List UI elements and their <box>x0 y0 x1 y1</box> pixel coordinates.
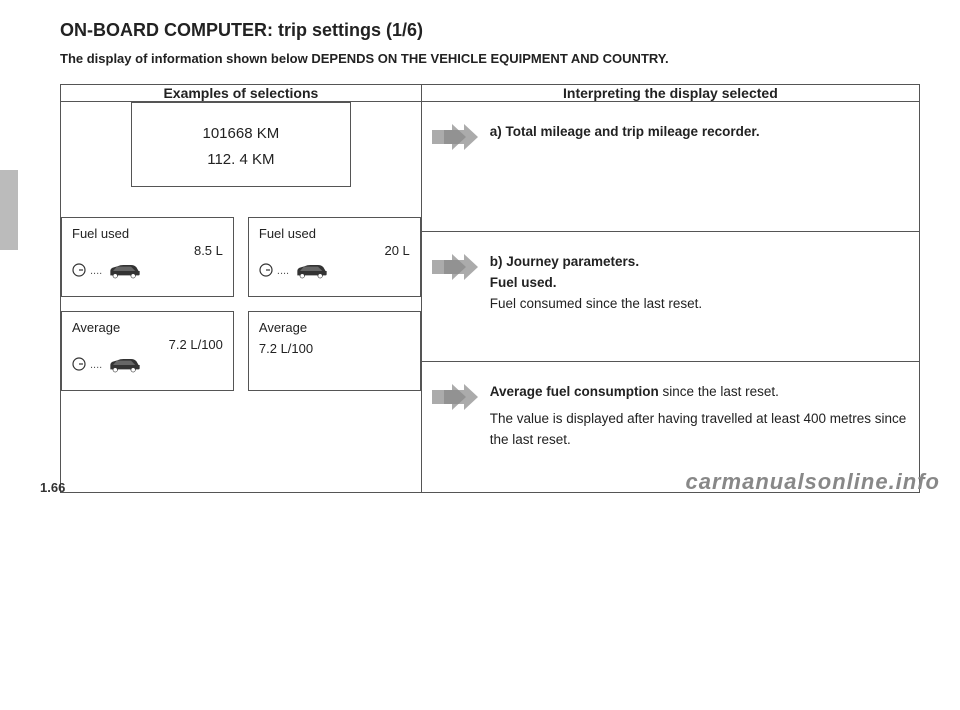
avg-box1-value: 7.2 L/100 <box>72 337 223 352</box>
fuel-box2-value: 20 L <box>259 243 410 258</box>
row-c-bold: Average fuel consumption <box>490 384 659 399</box>
fuel-used-row: Fuel used 8.5 L .... <box>61 217 421 297</box>
row-b-sub: Fuel used. <box>490 275 557 290</box>
row-b-title: b) Journey parameters. <box>490 254 639 269</box>
car-row-1: .... <box>72 262 223 280</box>
car-row-3: .... <box>72 356 223 374</box>
avg-box2-label: Average <box>259 320 410 335</box>
header-left: Examples of selections <box>61 85 422 102</box>
mileage-line1: 101668 KM <box>152 121 330 147</box>
page-title: ON-BOARD COMPUTER: trip settings (1/6) <box>60 20 920 41</box>
fuel-box1-value: 8.5 L <box>72 243 223 258</box>
fuel-box-1: Fuel used 8.5 L .... <box>61 217 234 297</box>
main-table: Examples of selections Interpreting the … <box>60 84 920 493</box>
mileage-line2: 112. 4 KM <box>152 147 330 173</box>
car-row-2: .... <box>259 262 410 280</box>
right-row-b: b) Journey parameters. Fuel used. Fuel c… <box>422 232 919 362</box>
page-subtitle: The display of information shown below D… <box>60 51 920 66</box>
fuel-box2-label: Fuel used <box>259 226 410 241</box>
fuel-gauge-icon-3 <box>72 357 86 374</box>
interpreting-cell: a) Total mileage and trip mileage record… <box>421 102 919 493</box>
double-arrow-c <box>432 382 478 415</box>
watermark: carmanualsonline.info <box>686 469 941 495</box>
page-number: 1.66 <box>40 480 65 495</box>
examples-cell: 101668 KM 112. 4 KM Fuel used 8.5 L <box>61 102 422 493</box>
fuel-box1-label: Fuel used <box>72 226 223 241</box>
dots-2: .... <box>277 265 289 277</box>
row-c-detail: The value is displayed after having trav… <box>490 409 909 451</box>
avg-box-2: Average 7.2 L/100 <box>248 311 421 391</box>
row-a-text: a) Total mileage and trip mileage record… <box>490 122 909 143</box>
car-silhouette-1 <box>106 262 144 280</box>
row-a-prefix: a) Total mileage and trip mileage record… <box>490 124 760 139</box>
avg-box1-label: Average <box>72 320 223 335</box>
fuel-gauge-icon-1 <box>72 263 86 280</box>
avg-box2-value: 7.2 L/100 <box>259 341 410 356</box>
header-right: Interpreting the display selected <box>421 85 919 102</box>
row-b-detail: Fuel consumed since the last reset. <box>490 296 702 311</box>
car-silhouette-2 <box>293 262 331 280</box>
double-arrow-b <box>432 252 478 285</box>
dots-3: .... <box>90 359 102 371</box>
row-c-text: Average fuel consumption since the last … <box>490 382 909 451</box>
mileage-box: 101668 KM 112. 4 KM <box>131 102 351 187</box>
row-c-rest: since the last reset. <box>659 384 779 399</box>
row-b-text: b) Journey parameters. Fuel used. Fuel c… <box>490 252 909 315</box>
dots-1: .... <box>90 265 102 277</box>
right-row-a: a) Total mileage and trip mileage record… <box>422 102 919 232</box>
fuel-box-2: Fuel used 20 L .... <box>248 217 421 297</box>
left-tab <box>0 170 18 250</box>
avg-box-1: Average 7.2 L/100 .... <box>61 311 234 391</box>
double-arrow-a <box>432 122 478 155</box>
car-silhouette-3 <box>106 356 144 374</box>
average-row: Average 7.2 L/100 .... <box>61 311 421 391</box>
page-container: ON-BOARD COMPUTER: trip settings (1/6) T… <box>0 0 960 513</box>
fuel-gauge-icon-2 <box>259 263 273 280</box>
